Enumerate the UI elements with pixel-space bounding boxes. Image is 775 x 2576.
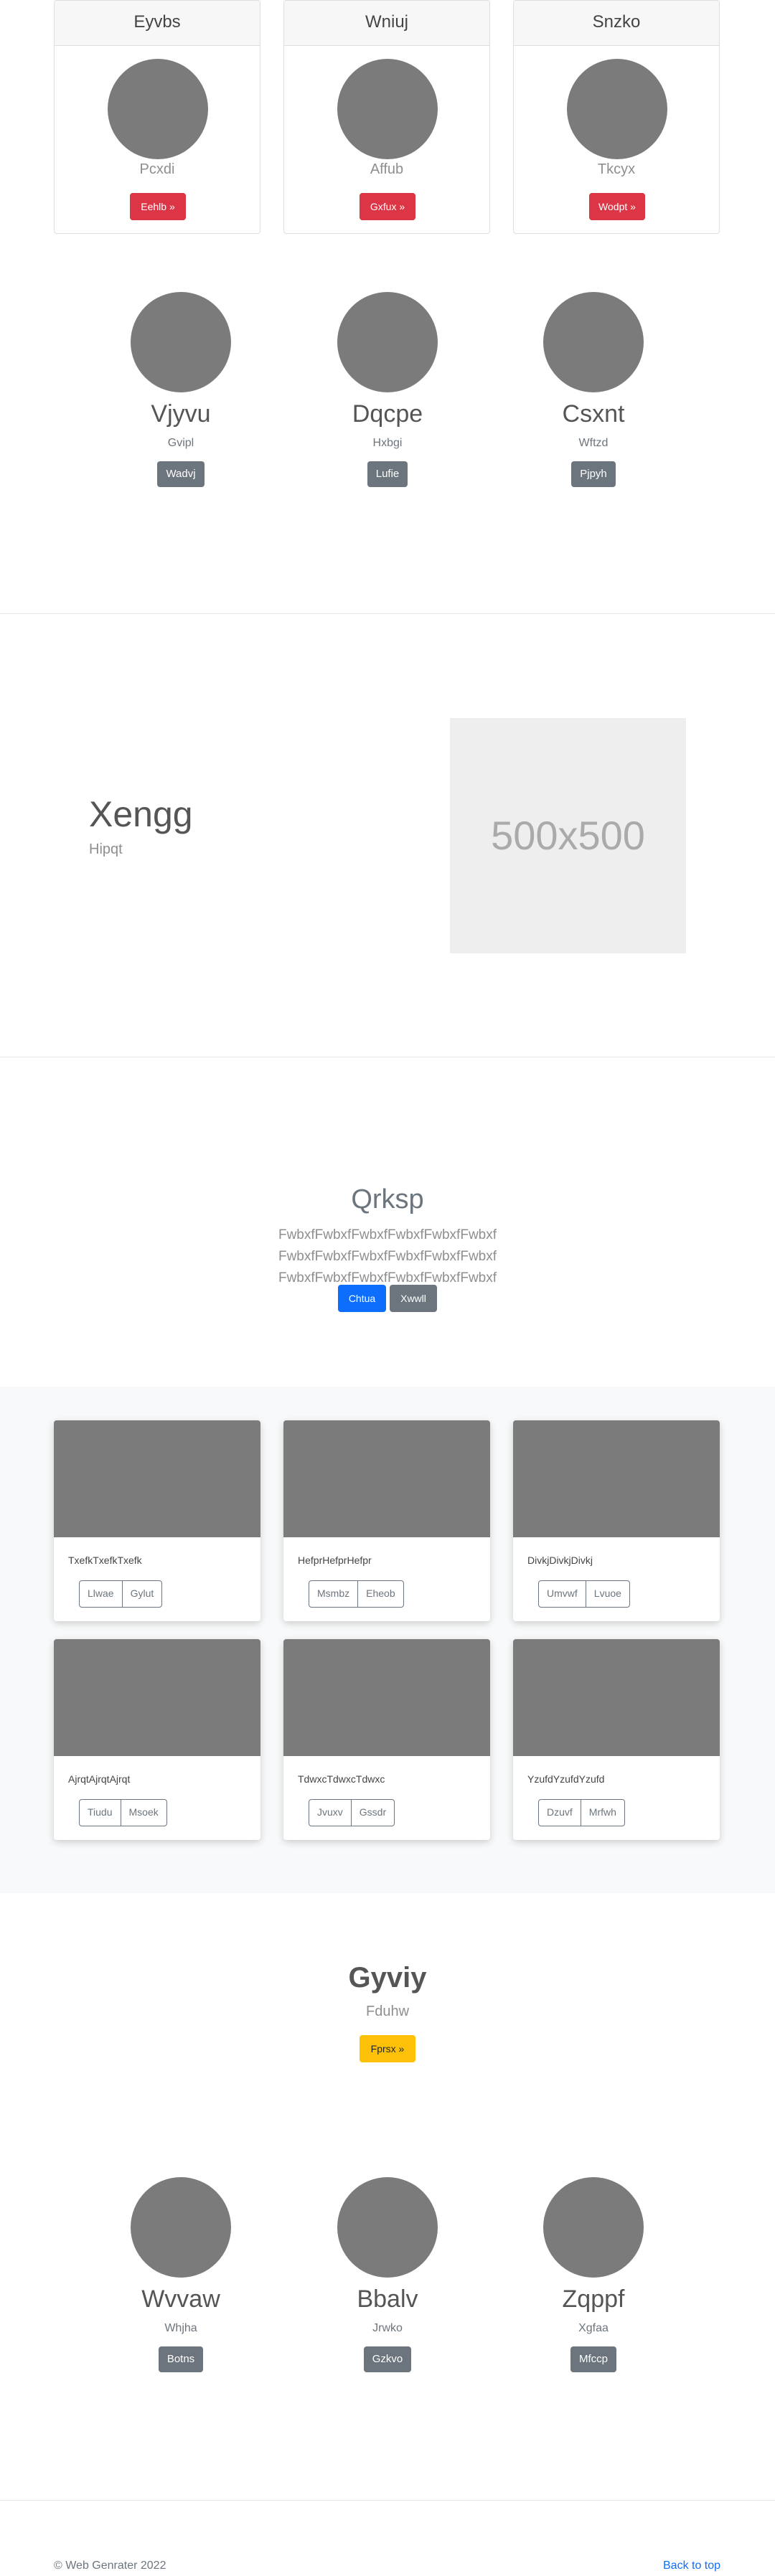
avatar (337, 2177, 438, 2278)
avatar (567, 59, 667, 159)
card-button[interactable]: Gxfux » (360, 193, 415, 220)
card-snzko: Snzko Tkcyx Wodpt » (513, 0, 720, 234)
card-button-2[interactable]: Msoek (120, 1800, 166, 1826)
placeholder-image: 500x500 (450, 718, 686, 953)
person-wvvaw: Wvvaw Whjha Botns (102, 2177, 260, 2372)
avatar (543, 292, 644, 392)
card-wniuj: Wniuj Affub Gxfux » (283, 0, 490, 234)
card-button-2[interactable]: Mrfwh (580, 1800, 624, 1826)
back-to-top-link[interactable]: Back to top (663, 2560, 720, 2572)
promo-title: Gyviy (348, 1962, 427, 1994)
person-name: Bbalv (357, 2285, 418, 2313)
person-zqppf: Zqppf Xgfaa Mfccp (515, 2177, 672, 2372)
grid-card: TxefkTxefkTxefk Llwae Gylut (54, 1420, 260, 1621)
promo-subtitle: Fduhw (365, 2004, 410, 2019)
person-role: Xgfaa (578, 2322, 609, 2334)
avatar (337, 292, 438, 392)
card-button-1[interactable]: Msmbz (309, 1581, 357, 1607)
card-header: Eyvbs (55, 1, 260, 46)
card-button-2[interactable]: Eheob (357, 1581, 403, 1607)
person-button[interactable]: Pjpyh (571, 461, 616, 487)
button-group: Msmbz Eheob (309, 1580, 404, 1608)
card-button-1[interactable]: Llwae (80, 1581, 122, 1607)
avatar (108, 59, 208, 159)
hero-subtitle: Hipqt (89, 841, 123, 857)
person-name: Wvvaw (141, 2285, 220, 2313)
person-name: Vjyvu (151, 400, 211, 428)
button-group: Llwae Gylut (79, 1580, 163, 1608)
grid-card: DivkjDivkjDivkj Umvwf Lvuoe (513, 1420, 720, 1621)
avatar (337, 59, 438, 159)
person-vjyvu: Vjyvu Gvipl Wadvj (102, 292, 260, 487)
card-thumbnail (513, 1639, 720, 1756)
card-header: Snzko (514, 1, 719, 46)
button-group: Umvwf Lvuoe (538, 1580, 630, 1608)
divider (0, 2500, 775, 2501)
card-button-1[interactable]: Umvwf (539, 1581, 586, 1607)
person-button[interactable]: Mfccp (570, 2346, 616, 2372)
person-dqcpe: Dqcpe Hxbgi Lufie (309, 292, 466, 487)
card-subtitle: Pcxdi (139, 161, 175, 177)
card-thumbnail (54, 1420, 260, 1537)
grid-card: YzufdYzufdYzufd Dzuvf Mrfwh (513, 1639, 720, 1840)
person-button[interactable]: Wadvj (157, 461, 205, 487)
card-button-1[interactable]: Tiudu (80, 1800, 121, 1826)
card-subtitle: Affub (370, 161, 404, 177)
hero-title: Xengg (89, 794, 193, 834)
grid-card: HefprHefprHefpr Msmbz Eheob (283, 1420, 490, 1621)
button-group: Dzuvf Mrfwh (538, 1799, 625, 1826)
cta-text: FwbxfFwbxfFwbxfFwbxfFwbxfFwbxf FwbxfFwbx… (278, 1227, 497, 1285)
footer-copyright: © Web Genrater 2022 (54, 2560, 166, 2572)
card-eyvbs: Eyvbs Pcxdi Eehlb » (54, 0, 260, 234)
divider (0, 613, 775, 614)
person-name: Zqppf (562, 2285, 625, 2313)
person-role: Gvipl (167, 437, 194, 449)
card-thumbnail (283, 1420, 490, 1537)
button-group: Tiudu Msoek (79, 1799, 167, 1826)
card-text: YzufdYzufdYzufd (527, 1773, 605, 1785)
person-name: Csxnt (562, 400, 625, 428)
person-role: Jrwko (372, 2322, 403, 2334)
person-csxnt: Csxnt Wftzd Pjpyh (515, 292, 672, 487)
card-text: TxefkTxefkTxefk (68, 1554, 142, 1566)
avatar (131, 292, 231, 392)
card-text: TdwxcTdwxcTdwxc (298, 1773, 385, 1785)
cta-title: Qrksp (351, 1184, 424, 1214)
card-thumbnail (513, 1420, 720, 1537)
card-thumbnail (283, 1639, 490, 1756)
person-button[interactable]: Gzkvo (363, 2346, 412, 2372)
card-button-2[interactable]: Lvuoe (585, 1581, 629, 1607)
person-bbalv: Bbalv Jrwko Gzkvo (309, 2177, 466, 2372)
card-button-2[interactable]: Gssdr (350, 1800, 394, 1826)
person-name: Dqcpe (352, 400, 423, 428)
card-thumbnail (54, 1639, 260, 1756)
grid-card: TdwxcTdwxcTdwxc Jvuxv Gssdr (283, 1639, 490, 1840)
button-group: Jvuxv Gssdr (309, 1799, 395, 1826)
person-role: Wftzd (578, 437, 609, 449)
person-role: Hxbgi (372, 437, 403, 449)
card-header: Wniuj (284, 1, 489, 46)
card-button[interactable]: Wodpt » (589, 193, 645, 220)
cta-secondary-button[interactable]: Xwwll (390, 1285, 437, 1312)
card-text: DivkjDivkjDivkj (527, 1554, 593, 1566)
card-text: HefprHefprHefpr (298, 1554, 372, 1566)
card-button[interactable]: Eehlb » (130, 193, 186, 220)
avatar (543, 2177, 644, 2278)
avatar (131, 2177, 231, 2278)
promo-button[interactable]: Fprsx » (360, 2035, 415, 2062)
person-button[interactable]: Botns (158, 2346, 204, 2372)
cards-section: TxefkTxefkTxefk Llwae Gylut HefprHefprHe… (0, 1387, 775, 1893)
card-button-2[interactable]: Gylut (121, 1581, 162, 1607)
card-button-1[interactable]: Jvuxv (309, 1800, 351, 1826)
person-role: Whjha (164, 2322, 197, 2334)
card-button-1[interactable]: Dzuvf (539, 1800, 581, 1826)
person-button[interactable]: Lufie (367, 461, 408, 487)
card-subtitle: Tkcyx (597, 161, 636, 177)
cta-primary-button[interactable]: Chtua (338, 1285, 386, 1312)
card-text: AjrqtAjrqtAjrqt (68, 1773, 131, 1785)
grid-card: AjrqtAjrqtAjrqt Tiudu Msoek (54, 1639, 260, 1840)
